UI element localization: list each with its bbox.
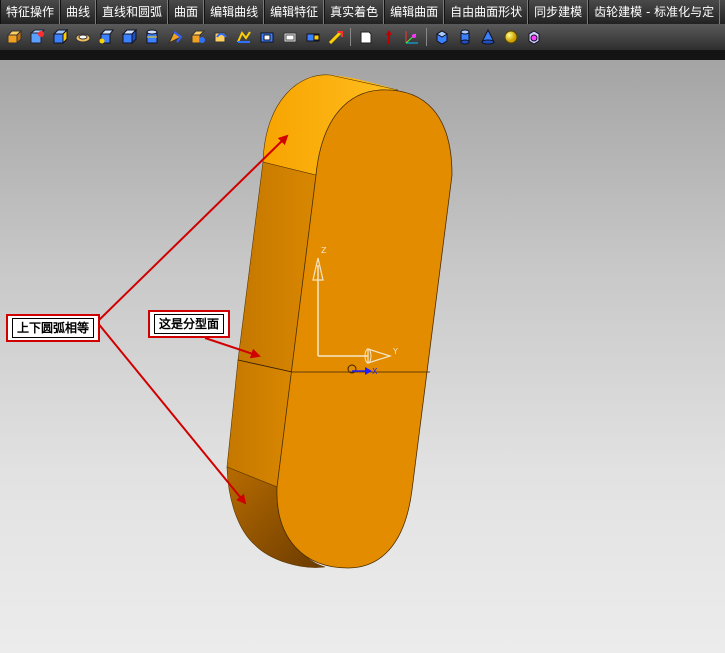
tube-icon[interactable] bbox=[141, 26, 163, 48]
tab-line-and-arc[interactable]: 直线和圆弧 bbox=[96, 0, 169, 24]
callout-parting-face: 这是分型面 bbox=[148, 310, 231, 338]
sphere-solid-icon[interactable] bbox=[500, 26, 522, 48]
sphere-icon[interactable] bbox=[72, 26, 94, 48]
tab-true-shading[interactable]: 真实着色 bbox=[324, 0, 385, 24]
callout-arcs-equal: 上下圆弧相等 bbox=[6, 314, 101, 342]
boss-icon[interactable] bbox=[164, 26, 186, 48]
tab-curve[interactable]: 曲线 bbox=[60, 0, 97, 24]
toolbar-separator bbox=[426, 28, 427, 46]
torus-icon[interactable] bbox=[523, 26, 545, 48]
tab-synchronous-modeling[interactable]: 同步建模 bbox=[528, 0, 589, 24]
tab-surface[interactable]: 曲面 bbox=[168, 0, 205, 24]
tab-feature-operation[interactable]: 特征操作 bbox=[0, 0, 61, 24]
toolbar-separator bbox=[350, 28, 351, 46]
sheet-icon[interactable] bbox=[325, 26, 347, 48]
tab-edit-curve[interactable]: 编辑曲线 bbox=[204, 0, 265, 24]
stadium-part[interactable] bbox=[226, 74, 453, 569]
axis-z-label: Z bbox=[321, 246, 327, 255]
axis-x-label: X bbox=[372, 367, 378, 376]
axis-y-label: Y bbox=[392, 347, 398, 356]
pattern-icon[interactable] bbox=[302, 26, 324, 48]
direction-icon[interactable] bbox=[378, 26, 400, 48]
tab-edit-surface[interactable]: 编辑曲面 bbox=[384, 0, 445, 24]
pocket-icon[interactable] bbox=[210, 26, 232, 48]
model-view: Z Y X bbox=[96, 74, 453, 569]
pad-icon[interactable] bbox=[187, 26, 209, 48]
tab-edit-feature[interactable]: 编辑特征 bbox=[264, 0, 325, 24]
arrow-to-bottom-arc bbox=[96, 321, 247, 505]
box-icon[interactable] bbox=[355, 26, 377, 48]
callout-arcs-equal-text: 上下圆弧相等 bbox=[12, 318, 95, 338]
cylinder-icon[interactable] bbox=[118, 26, 140, 48]
groove-icon[interactable] bbox=[256, 26, 278, 48]
graphics-window[interactable]: Z Y X 上下圆弧相等 这是分型面 bbox=[0, 60, 725, 653]
tab-freeform-shape[interactable]: 自由曲面形状 bbox=[444, 0, 529, 24]
emboss-icon[interactable] bbox=[279, 26, 301, 48]
callout-parting-face-text: 这是分型面 bbox=[154, 314, 225, 334]
cube-icon[interactable] bbox=[431, 26, 453, 48]
cylinder-solid-icon[interactable] bbox=[454, 26, 476, 48]
extrude-icon[interactable] bbox=[3, 26, 25, 48]
cone-solid-icon[interactable] bbox=[477, 26, 499, 48]
cone-icon[interactable] bbox=[95, 26, 117, 48]
block-icon[interactable] bbox=[49, 26, 71, 48]
datum-csys-icon[interactable] bbox=[401, 26, 423, 48]
menu-bar: 特征操作 曲线 直线和圆弧 曲面 编辑曲线 编辑特征 真实着色 编辑曲面 自由曲… bbox=[0, 0, 725, 24]
tab-gear-modeling[interactable]: 齿轮建模 - 标准化与定 bbox=[588, 0, 721, 24]
viewport-border bbox=[0, 50, 725, 60]
toolbar bbox=[0, 24, 725, 50]
revolve-icon[interactable] bbox=[26, 26, 48, 48]
slot-icon[interactable] bbox=[233, 26, 255, 48]
